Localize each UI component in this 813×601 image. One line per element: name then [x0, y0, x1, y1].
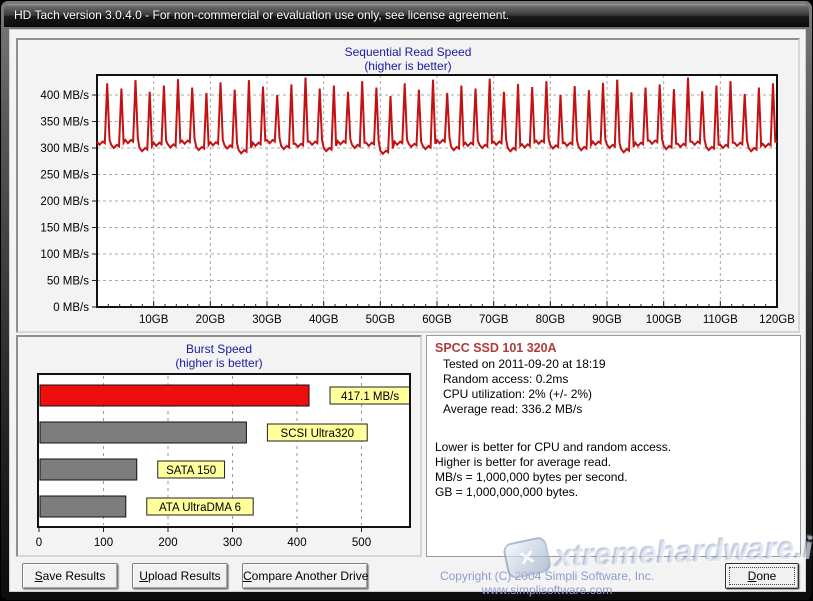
compare-label: ompare Another Drive [252, 569, 369, 583]
cpu-utilization-line: CPU utilization: 2% (+/- 2%) [435, 387, 792, 402]
sequential-read-panel: Sequential Read Speed (higher is better)… [16, 38, 800, 333]
save-access-key: S [35, 569, 43, 583]
note-line-3: MB/s = 1,000,000 bytes per second. [435, 470, 792, 485]
svg-text:SATA 150: SATA 150 [166, 465, 216, 477]
svg-text:500: 500 [352, 537, 371, 549]
sequential-chart-subtitle: (higher is better) [18, 59, 798, 73]
titlebar: HD Tach version 3.0.4.0 - For non-commer… [4, 4, 809, 27]
upload-access-key: U [139, 569, 148, 583]
svg-text:10GB: 10GB [139, 314, 169, 326]
upload-label: pload Results [148, 569, 221, 583]
svg-text:40GB: 40GB [309, 314, 339, 326]
svg-text:70GB: 70GB [479, 314, 509, 326]
drive-name: SPCC SSD 101 320A [435, 341, 792, 355]
compare-access-key: C [243, 569, 252, 583]
done-label: one [756, 569, 776, 583]
svg-text:200: 200 [158, 537, 177, 549]
burst-speed-panel: Burst Speed (higher is better) 0 100 200 30… [16, 335, 422, 557]
compare-another-drive-button[interactable]: Compare Another Drive [242, 563, 368, 589]
save-label: ave Results [43, 569, 106, 583]
random-access-line: Random access: 0.2ms [435, 372, 792, 387]
svg-text:ATA UltraDMA 6: ATA UltraDMA 6 [159, 502, 241, 514]
drive-info-panel: SPCC SSD 101 320A Tested on 2011-09-20 a… [426, 335, 801, 557]
hdtach-window: HD Tach version 3.0.4.0 - For non-commer… [0, 0, 813, 601]
svg-text:350 MB/s: 350 MB/s [40, 117, 89, 129]
svg-text:300 MB/s: 300 MB/s [40, 143, 89, 155]
burst-chart-title: Burst Speed [18, 342, 420, 356]
info-spacer [435, 417, 792, 440]
svg-text:0: 0 [36, 537, 42, 549]
note-line-2: Higher is better for average read. [435, 455, 792, 470]
average-read-line: Average read: 336.2 MB/s [435, 402, 792, 417]
svg-text:417.1 MB/s: 417.1 MB/s [341, 391, 399, 403]
svg-text:200 MB/s: 200 MB/s [40, 196, 89, 208]
svg-text:400: 400 [287, 537, 306, 549]
svg-text:20GB: 20GB [196, 314, 226, 326]
save-results-button[interactable]: Save Results [22, 563, 118, 589]
svg-text:400 MB/s: 400 MB/s [40, 90, 89, 102]
window-title: HD Tach version 3.0.4.0 - For non-commer… [14, 8, 509, 22]
note-line-4: GB = 1,000,000,000 bytes. [435, 485, 792, 500]
copyright-text: Copyright (C) 2004 Simpli Software, Inc.… [382, 569, 712, 597]
dialog-content: Sequential Read Speed (higher is better)… [9, 29, 806, 592]
upload-results-button[interactable]: Upload Results [132, 563, 228, 589]
svg-text:100: 100 [94, 537, 113, 549]
sequential-read-chart: 0 MB/s 50 MB/s 100 MB/s 150 MB/s 200 MB/s 250… [18, 40, 798, 331]
sequential-chart-title: Sequential Read Speed [18, 45, 798, 59]
svg-text:50GB: 50GB [366, 314, 396, 326]
svg-text:SCSI Ultra320: SCSI Ultra320 [281, 428, 355, 440]
svg-text:0 MB/s: 0 MB/s [53, 302, 89, 314]
svg-text:100 MB/s: 100 MB/s [40, 249, 89, 261]
svg-text:120GB: 120GB [759, 314, 795, 326]
done-access-key: D [748, 569, 757, 583]
burst-chart-subtitle: (higher is better) [18, 356, 420, 370]
svg-text:30GB: 30GB [252, 314, 282, 326]
svg-text:80GB: 80GB [536, 314, 566, 326]
svg-text:150 MB/s: 150 MB/s [40, 223, 89, 235]
svg-text:50 MB/s: 50 MB/s [47, 276, 89, 288]
svg-text:250 MB/s: 250 MB/s [40, 170, 89, 182]
svg-text:110GB: 110GB [703, 314, 738, 326]
tested-on-line: Tested on 2011-09-20 at 18:19 [435, 357, 792, 372]
done-button[interactable]: Done [725, 563, 799, 589]
svg-text:100GB: 100GB [646, 314, 682, 326]
svg-text:60GB: 60GB [422, 314, 452, 326]
svg-text:300: 300 [223, 537, 242, 549]
svg-text:90GB: 90GB [592, 314, 622, 326]
note-line-1: Lower is better for CPU and random acces… [435, 440, 792, 455]
